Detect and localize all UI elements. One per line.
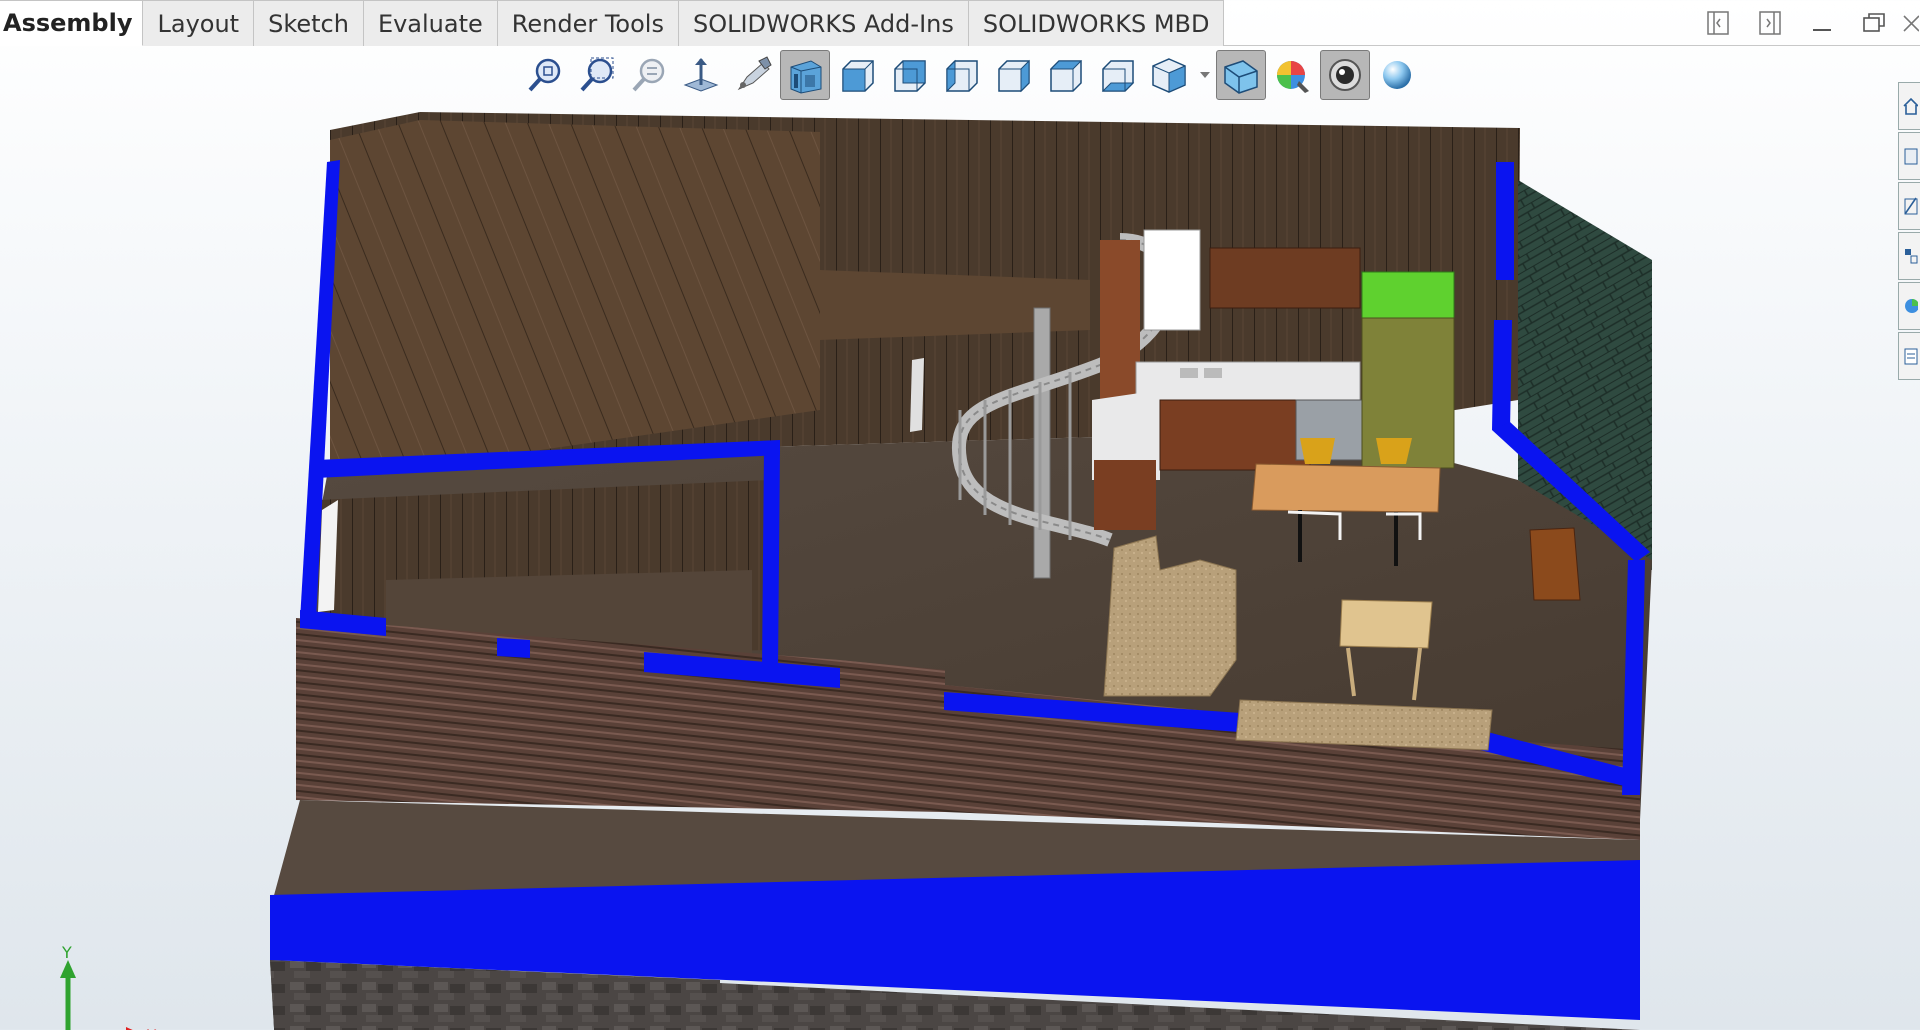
house-assembly-model[interactable] (0, 100, 1900, 1030)
previous-view-icon[interactable] (624, 50, 674, 100)
bottom-view-icon[interactable] (1092, 50, 1142, 100)
tab-evaluate[interactable]: Evaluate (363, 0, 498, 46)
dynamic-annotation-view-icon[interactable] (728, 50, 778, 100)
side-cabinet (1529, 527, 1581, 601)
left-view-icon[interactable] (936, 50, 986, 100)
tab-render-tools[interactable]: Render Tools (497, 0, 679, 46)
heads-up-view-toolbar (520, 50, 1422, 100)
view-orientation-dropdown-icon[interactable] (1196, 50, 1214, 100)
back-view-icon[interactable] (884, 50, 934, 100)
tab-sketch[interactable]: Sketch (254, 0, 364, 46)
reference-triad: Y X Z (60, 943, 157, 1030)
view-settings-icon[interactable] (1372, 50, 1422, 100)
edit-appearance-icon[interactable] (1268, 50, 1318, 100)
panel-right-icon[interactable] (1744, 0, 1796, 46)
minimize-icon[interactable] (1796, 0, 1848, 46)
restore-icon[interactable] (1848, 0, 1900, 46)
tab-assembly[interactable]: Assembly (0, 0, 144, 46)
panel-left-icon[interactable] (1692, 0, 1744, 46)
display-style-icon[interactable] (1216, 50, 1266, 100)
y-label: Y (61, 943, 72, 962)
tab-layout[interactable]: Layout (143, 0, 255, 46)
section-view-icon[interactable] (676, 50, 726, 100)
top-view-icon[interactable] (1040, 50, 1090, 100)
apply-scene-icon[interactable] (1320, 50, 1370, 100)
right-view-icon[interactable] (988, 50, 1038, 100)
window-controls (1692, 0, 1920, 46)
view-orientation-icon[interactable] (780, 50, 830, 100)
close-icon[interactable] (1900, 0, 1920, 46)
zoom-to-area-icon[interactable] (572, 50, 622, 100)
zoom-to-fit-icon[interactable] (520, 50, 570, 100)
graphics-area[interactable]: Y X Z (0, 100, 1920, 1030)
front-view-icon[interactable] (832, 50, 882, 100)
tab-solidworks-mbd[interactable]: SOLIDWORKS MBD (968, 0, 1225, 46)
tab-solidworks-add-ins[interactable]: SOLIDWORKS Add-Ins (678, 0, 969, 46)
isometric-view-icon[interactable] (1144, 50, 1194, 100)
x-label: X (146, 1026, 157, 1030)
command-manager-tabs: Assembly Layout Sketch Evaluate Render T… (0, 0, 1920, 46)
